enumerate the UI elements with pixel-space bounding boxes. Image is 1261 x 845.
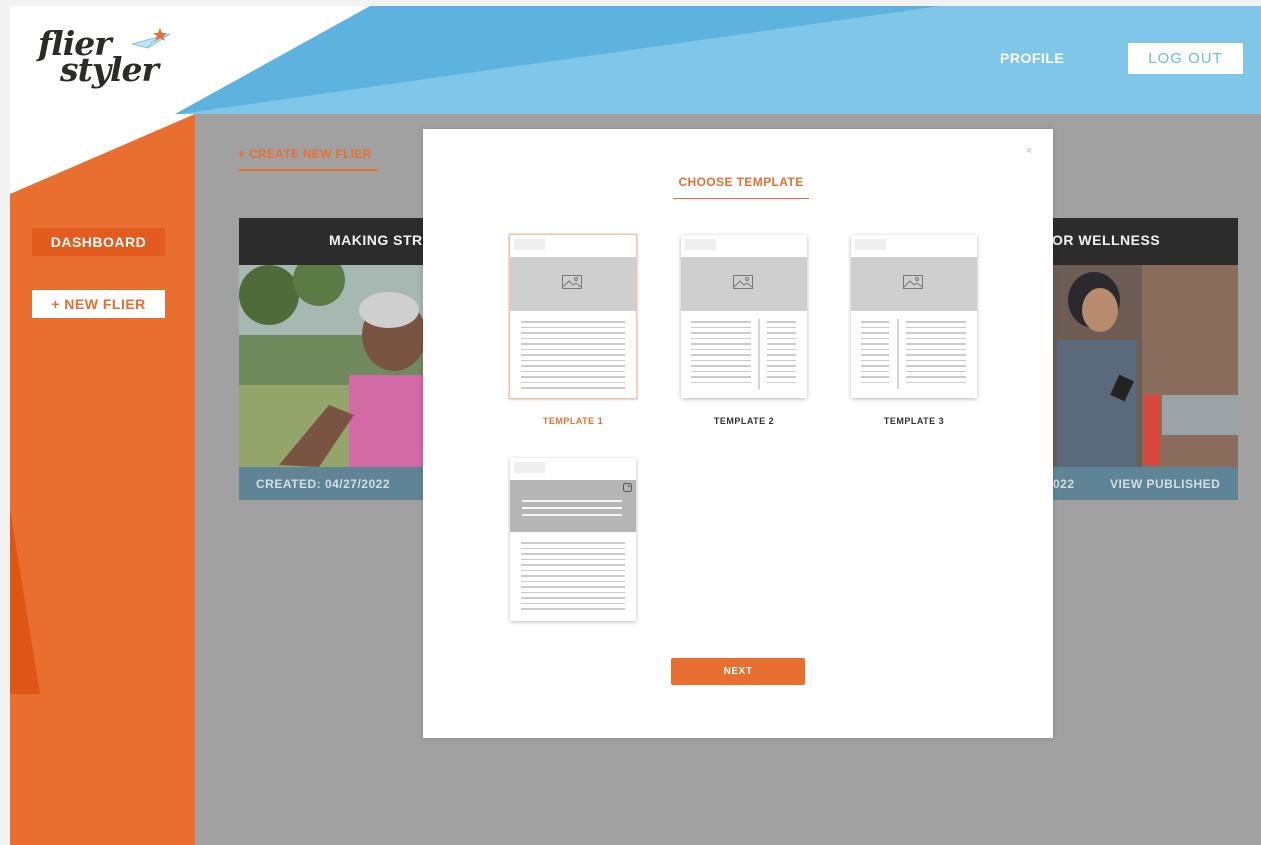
profile-link[interactable]: PROFILE	[1000, 50, 1064, 66]
next-button[interactable]: NEXT	[671, 658, 805, 685]
choose-template-modal: × CHOOSE TEMPLATE TEMPLATE 1 TEMPLATE 2 …	[423, 129, 1053, 738]
flier-card-title: OR WELLNESS	[1052, 232, 1161, 248]
logout-button[interactable]: LOG OUT	[1128, 43, 1243, 74]
header-background	[10, 6, 1261, 114]
sidebar-decoration	[10, 114, 195, 694]
create-new-flier-link[interactable]: + CREATE NEW FLIER	[238, 147, 378, 171]
logo-placeholder	[514, 462, 545, 473]
new-flier-button[interactable]: + NEW FLIER	[32, 290, 165, 318]
template-2-label[interactable]: TEMPLATE 2	[681, 416, 807, 426]
template-1-thumbnail[interactable]	[510, 235, 636, 398]
flier-card-photo	[239, 265, 429, 467]
image-placeholder-icon	[562, 275, 582, 289]
flier-card-created-date: CREATED: 04/27/2022	[256, 477, 390, 491]
text-lines	[906, 321, 966, 387]
paper-plane-icon	[131, 28, 171, 49]
image-placeholder-icon	[623, 483, 632, 492]
dashboard-button[interactable]: DASHBOARD	[32, 228, 165, 256]
template-1-label[interactable]: TEMPLATE 1	[510, 416, 636, 426]
text-lines	[691, 321, 751, 387]
template-3-label[interactable]: TEMPLATE 3	[851, 416, 977, 426]
flier-card[interactable]: MAKING STR CREATED: 04/27/2022	[239, 218, 429, 500]
sidebar: DASHBOARD + NEW FLIER	[10, 114, 195, 845]
hero-text-block	[510, 480, 636, 532]
text-lines	[861, 321, 889, 387]
flier-card-footer: 022 VIEW PUBLISHED	[1052, 467, 1238, 500]
template-4-thumbnail[interactable]	[510, 458, 636, 621]
logo-text-styler: styler	[60, 50, 159, 89]
template-2-thumbnail[interactable]	[681, 235, 807, 398]
view-published-link[interactable]: VIEW PUBLISHED	[1110, 477, 1220, 491]
app-window: flier styler PROFILE LOG OUT DASHBOARD +…	[10, 6, 1261, 845]
hero-image-placeholder	[681, 257, 807, 311]
text-lines	[521, 542, 625, 614]
flier-card-title: MAKING STR	[329, 232, 423, 248]
close-icon[interactable]: ×	[1026, 145, 1032, 157]
image-placeholder-icon	[733, 275, 753, 289]
flier-card-photo	[1052, 265, 1238, 467]
flierstyler-logo[interactable]: flier styler	[32, 24, 182, 104]
column-divider	[758, 319, 760, 389]
logo-placeholder	[855, 239, 886, 250]
logo-placeholder	[685, 239, 716, 250]
hero-image-placeholder	[851, 257, 977, 311]
flier-card-created-date: 022	[1053, 477, 1075, 491]
flier-card-footer: CREATED: 04/27/2022	[239, 467, 429, 500]
image-placeholder-icon	[903, 275, 923, 289]
text-lines	[767, 321, 796, 387]
header: flier styler PROFILE LOG OUT	[10, 6, 1261, 114]
modal-title: CHOOSE TEMPLATE	[673, 175, 809, 199]
hero-image-placeholder	[510, 257, 636, 311]
column-divider	[897, 319, 899, 389]
text-lines	[521, 321, 625, 393]
logo-placeholder	[514, 239, 545, 250]
template-3-thumbnail[interactable]	[851, 235, 977, 398]
flier-card[interactable]: OR WELLNESS 022 VIEW PUBLISHED	[1052, 218, 1238, 500]
